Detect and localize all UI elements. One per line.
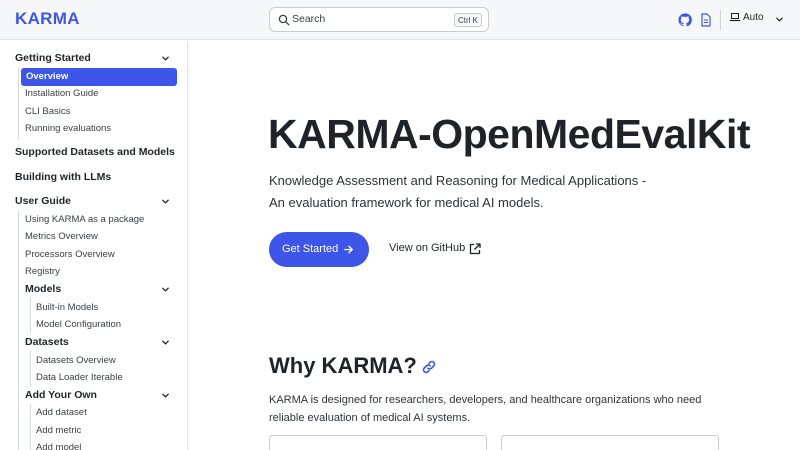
subtitle-line: An evaluation framework for medical AI m…	[269, 195, 544, 210]
sidebar-item-running-evaluations[interactable]: Running evaluations	[25, 123, 111, 134]
sidebar-item-add-model[interactable]: Add model	[36, 442, 81, 450]
sidebar-item-add-metric[interactable]: Add metric	[36, 425, 81, 436]
sidebar-item-overview[interactable]: Overview	[21, 68, 177, 86]
nav-guide-line	[18, 68, 19, 140]
nav-guide-line	[30, 404, 31, 450]
header-divider	[720, 10, 721, 30]
chevron-down-icon[interactable]	[161, 338, 170, 347]
sidebar-subsection-add-your-own[interactable]: Add Your Own	[25, 389, 97, 401]
anchor-link-icon[interactable]	[421, 359, 437, 375]
sidebar-subsection-models[interactable]: Models	[25, 283, 61, 295]
sidebar-item-add-dataset[interactable]: Add dataset	[36, 407, 87, 418]
chevron-down-icon[interactable]	[775, 15, 784, 24]
laptop-icon	[730, 13, 740, 22]
sidebar-item-processors-overview[interactable]: Processors Overview	[25, 249, 115, 260]
nav-guide-line	[30, 351, 31, 386]
nav-guide-line	[30, 298, 31, 333]
sidebar-section-getting-started[interactable]: Getting Started	[15, 52, 91, 64]
feature-card	[501, 435, 719, 450]
description-line: reliable evaluation of medical AI system…	[269, 412, 471, 424]
github-icon[interactable]	[678, 13, 692, 27]
search-box[interactable]: Search Ctrl K	[269, 7, 489, 32]
sidebar-section-supported-datasets[interactable]: Supported Datasets and Models	[15, 146, 175, 158]
subtitle-line: Knowledge Assessment and Reasoning for M…	[269, 173, 647, 188]
theme-selector[interactable]: Auto	[730, 12, 764, 23]
description-line: KARMA is designed for researchers, devel…	[269, 394, 702, 406]
site-logo[interactable]: KARMA	[15, 9, 80, 29]
section-heading-why-karma: Why KARMA?	[269, 353, 417, 378]
chevron-down-icon[interactable]	[161, 285, 170, 294]
theme-label: Auto	[743, 12, 764, 23]
search-icon	[278, 14, 290, 26]
sidebar-item-model-configuration[interactable]: Model Configuration	[36, 319, 121, 330]
chevron-down-icon[interactable]	[161, 54, 170, 63]
sidebar-item-using-karma-package[interactable]: Using KARMA as a package	[25, 214, 144, 225]
sidebar-item-builtin-models[interactable]: Built-in Models	[36, 302, 98, 313]
feature-card	[269, 435, 487, 450]
view-on-github-link[interactable]: View on GitHub	[389, 242, 465, 254]
sidebar-nav: Getting Started Overview Installation Gu…	[0, 41, 188, 450]
sidebar-section-building-with-llms[interactable]: Building with LLMs	[15, 171, 111, 183]
page-subtitle: Knowledge Assessment and Reasoning for M…	[269, 170, 679, 214]
sidebar-item-data-loader-iterable[interactable]: Data Loader Iterable	[36, 372, 123, 383]
search-shortcut-badge: Ctrl K	[454, 13, 482, 27]
sidebar-section-user-guide[interactable]: User Guide	[15, 195, 71, 207]
get-started-label: Get Started	[282, 243, 339, 255]
sidebar-item-cli-basics[interactable]: CLI Basics	[25, 106, 70, 117]
chevron-down-icon[interactable]	[161, 391, 170, 400]
chevron-down-icon[interactable]	[161, 197, 170, 206]
document-icon[interactable]	[699, 13, 713, 27]
arrow-right-icon	[344, 245, 353, 254]
search-placeholder: Search	[292, 13, 326, 25]
top-header: KARMA Search Ctrl K Auto	[0, 0, 800, 40]
get-started-button[interactable]: Get Started	[269, 232, 369, 267]
sidebar-item-label: Overview	[26, 71, 69, 82]
sidebar-item-registry[interactable]: Registry	[25, 266, 60, 277]
nav-guide-line	[18, 211, 19, 450]
why-karma-description: KARMA is designed for researchers, devel…	[269, 391, 709, 427]
sidebar-item-datasets-overview[interactable]: Datasets Overview	[36, 355, 116, 366]
sidebar-item-installation-guide[interactable]: Installation Guide	[25, 88, 98, 99]
page-title: KARMA-OpenMedEvalKit	[268, 111, 751, 157]
external-link-icon[interactable]	[469, 243, 481, 255]
sidebar-item-metrics-overview[interactable]: Metrics Overview	[25, 231, 98, 242]
sidebar-subsection-datasets[interactable]: Datasets	[25, 336, 69, 348]
